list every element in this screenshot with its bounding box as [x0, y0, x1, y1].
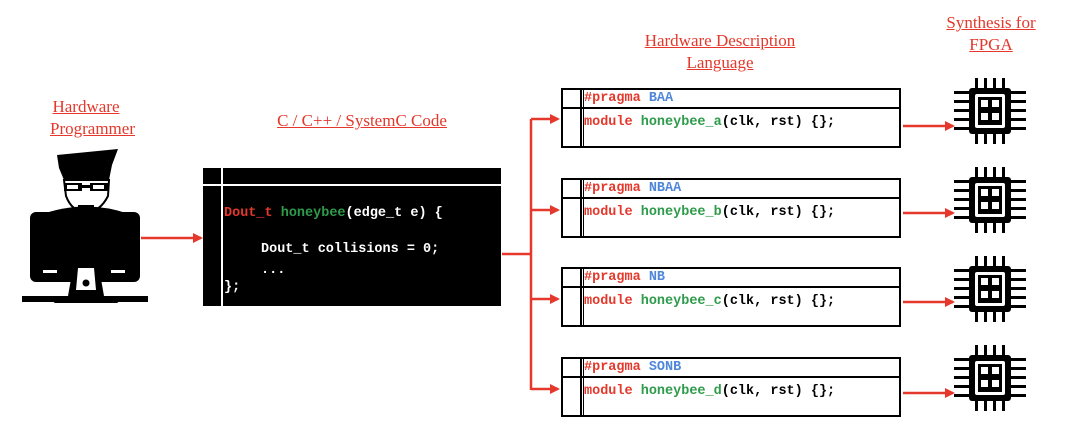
hdl-header-divider	[563, 376, 899, 378]
fpga-chip-icon	[954, 256, 1026, 322]
code-sig-rest: (edge_t e) {	[345, 206, 443, 221]
hdl-header-divider	[563, 107, 899, 109]
fpga-chip-icon	[954, 167, 1026, 233]
hdl-header-divider	[563, 197, 899, 199]
hacker-at-computer-icon	[22, 149, 148, 303]
hdl-box-b: #pragma NBAA module honeybee_b(clk, rst)…	[561, 178, 901, 238]
hls-flow-diagram: Hardware Programmer C / C++ / SystemC Co…	[0, 0, 1082, 439]
hdl-box-a: #pragma BAA module honeybee_a(clk, rst) …	[561, 88, 901, 148]
hdl-gutter-line	[580, 359, 582, 415]
module-rest: (clk, rst) {};	[721, 205, 836, 220]
code-sig-name: honeybee	[280, 206, 346, 221]
pragma-keyword: #pragma	[584, 270, 641, 285]
module-rest: (clk, rst) {};	[721, 115, 836, 130]
pragma-value: NB	[648, 270, 666, 285]
code-line-3: ...	[261, 263, 286, 278]
synthesis-title: Synthesis for FPGA	[936, 12, 1046, 56]
hdl-module-line: module honeybee_c(clk, rst) {};	[584, 293, 835, 310]
module-name: honeybee_b	[640, 205, 722, 220]
hdl-title-line1: Hardware Description	[644, 31, 796, 50]
synthesis-title-line1: Synthesis for	[946, 13, 1036, 32]
pragma-keyword: #pragma	[584, 91, 641, 106]
module-keyword: module	[584, 294, 633, 309]
module-name: honeybee_a	[640, 115, 722, 130]
pragma-value: SONB	[648, 360, 682, 375]
code-title: C / C++ / SystemC Code	[277, 111, 447, 130]
programmer-title-line2: Programmer	[50, 119, 135, 138]
code-box-gutter-divider	[221, 168, 223, 306]
code-line-2: Dout_t collisions = 0;	[261, 242, 440, 257]
module-keyword: module	[584, 205, 633, 220]
code-box: Dout_t honeybee(edge_t e) { Dout_t colli…	[203, 168, 501, 306]
pragma-value: NBAA	[648, 181, 682, 196]
hdl-title: Hardware Description Language	[620, 30, 820, 74]
hdl-pragma-line: #pragma NBAA	[584, 180, 681, 197]
synthesis-title-line2: FPGA	[969, 35, 1013, 54]
code-sig-type: Dout_t	[224, 206, 273, 221]
hdl-gutter-line	[580, 269, 582, 325]
pragma-value: BAA	[648, 91, 674, 106]
module-keyword: module	[584, 115, 633, 130]
module-name: honeybee_c	[640, 294, 722, 309]
hdl-module-line: module honeybee_b(clk, rst) {};	[584, 204, 835, 221]
hdl-module-line: module honeybee_d(clk, rst) {};	[584, 383, 835, 400]
diagram-graphics	[22, 78, 1026, 411]
hdl-module-line: module honeybee_a(clk, rst) {};	[584, 114, 835, 131]
code-box-header-divider	[203, 184, 501, 186]
hdl-gutter-line	[580, 90, 582, 146]
module-rest: (clk, rst) {};	[721, 294, 836, 309]
hdl-gutter-line	[580, 180, 582, 236]
hdl-pragma-line: #pragma NB	[584, 269, 665, 286]
code-line-4: };	[224, 280, 241, 295]
module-name: honeybee_d	[640, 384, 722, 399]
hdl-box-c: #pragma NB module honeybee_c(clk, rst) {…	[561, 267, 901, 327]
module-rest: (clk, rst) {};	[721, 384, 836, 399]
module-keyword: module	[584, 384, 633, 399]
pragma-keyword: #pragma	[584, 360, 641, 375]
hdl-box-d: #pragma SONB module honeybee_d(clk, rst)…	[561, 357, 901, 417]
pragma-keyword: #pragma	[584, 181, 641, 196]
hdl-header-divider	[563, 286, 899, 288]
hdl-pragma-line: #pragma BAA	[584, 90, 673, 107]
hdl-title-line2: Language	[686, 53, 754, 72]
hdl-pragma-line: #pragma SONB	[584, 359, 681, 376]
programmer-title-line1: Hardware	[52, 97, 120, 116]
fpga-chip-icon	[954, 78, 1026, 144]
programmer-title: Hardware Programmer	[50, 96, 135, 140]
fpga-chip-icon	[954, 345, 1026, 411]
code-signature: Dout_t honeybee(edge_t e) {	[224, 206, 443, 222]
